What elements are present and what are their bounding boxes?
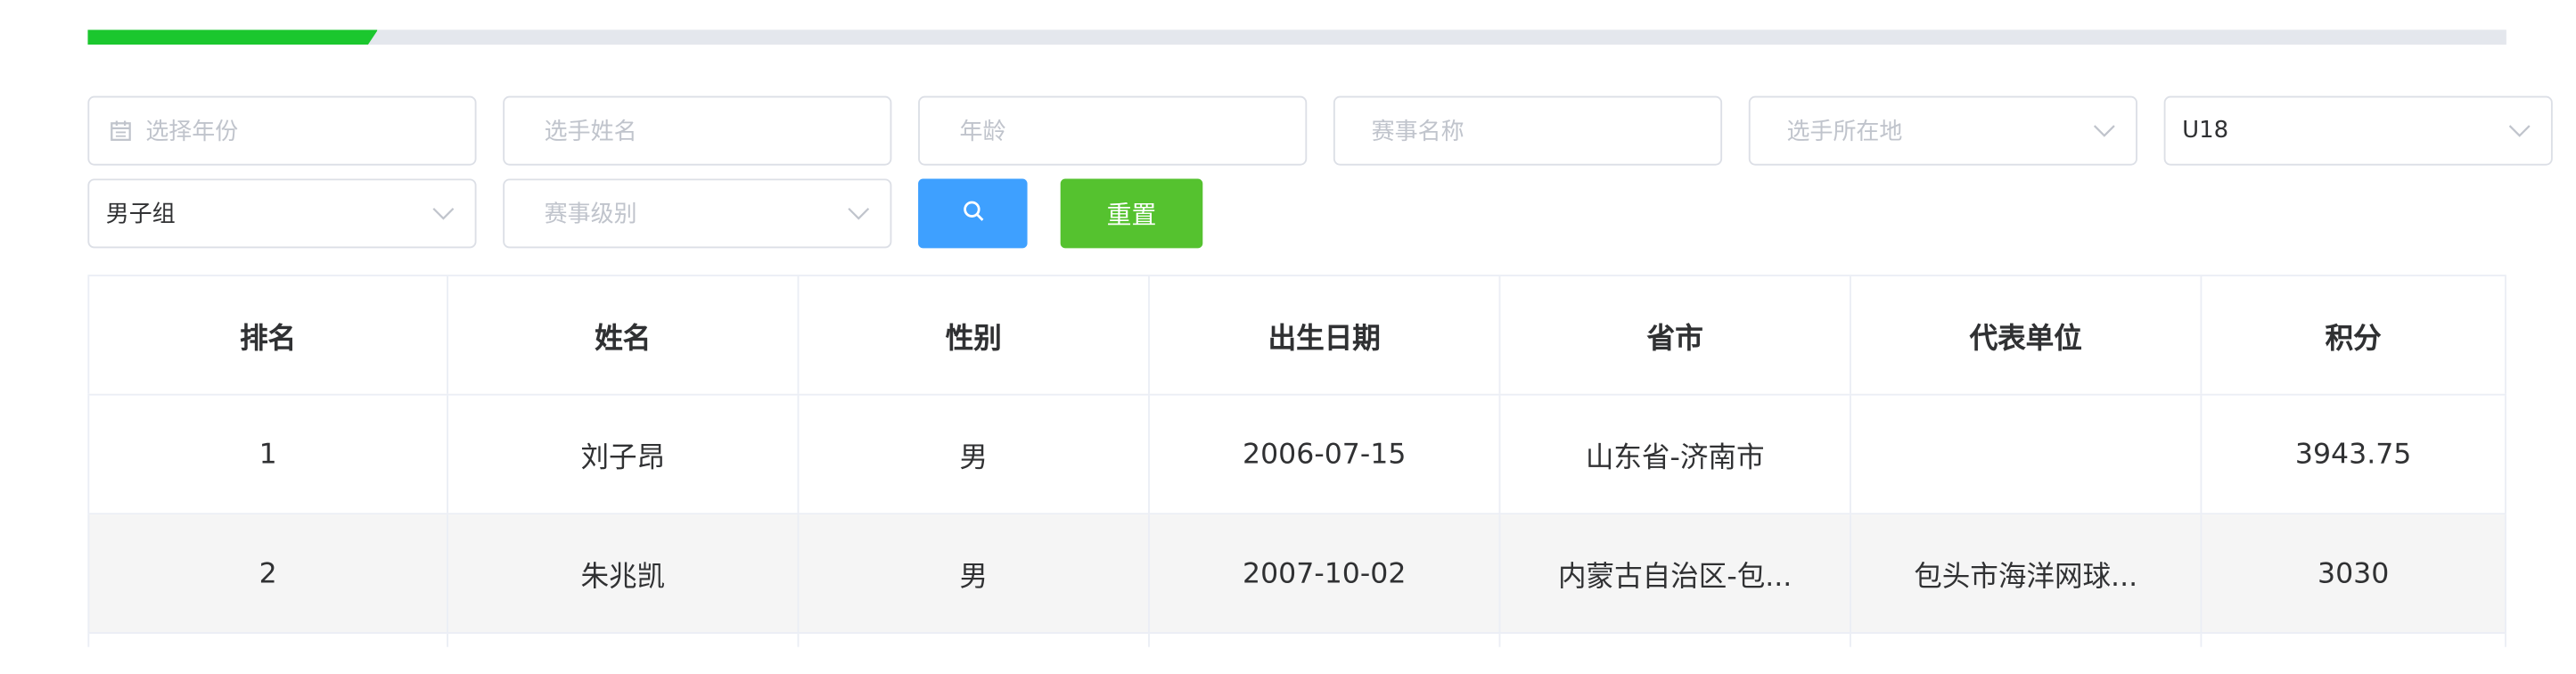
column-header-province-city[interactable]: 省市 — [1500, 275, 1851, 394]
event-level-select[interactable]: 赛事级别 — [503, 178, 892, 249]
age-group-select[interactable]: U18 — [2163, 95, 2553, 166]
chevron-down-icon — [2073, 98, 2137, 164]
age-input[interactable]: 年龄 — [918, 95, 1308, 166]
cell-partial — [87, 633, 448, 647]
table-header-row: 排名 姓名 性别 出生日期 省市 代表单位 积分 — [87, 275, 2506, 396]
rank-cell: 1 — [87, 395, 448, 514]
age-placeholder: 年龄 — [959, 119, 1006, 146]
event-level-placeholder: 赛事级别 — [544, 201, 637, 229]
reset-button[interactable]: 重置 — [1060, 178, 1203, 249]
cell-partial — [1500, 633, 1851, 647]
province-city-cell: 山东省-济南市 — [1500, 395, 1851, 514]
table-row-partial — [87, 633, 2506, 647]
gender-group-value: 男子组 — [105, 201, 176, 229]
location-select[interactable]: 选手所在地 — [1748, 95, 2137, 166]
location-placeholder: 选手所在地 — [1786, 119, 1903, 146]
cell-partial — [799, 633, 1150, 647]
player-name-placeholder: 选手姓名 — [544, 119, 637, 146]
progress-fill — [87, 29, 378, 45]
age-group-value: U18 — [2182, 117, 2229, 144]
progress-bar — [87, 29, 2506, 45]
table-row[interactable]: 2 朱兆凯 男 2007-10-02 内蒙古自治区-包... 包头市海洋网球..… — [87, 514, 2506, 634]
points-cell: 3943.75 — [2202, 395, 2506, 514]
reset-button-label: 重置 — [1106, 199, 1157, 230]
column-header-name[interactable]: 姓名 — [448, 275, 800, 394]
rankings-table: 排名 姓名 性别 出生日期 省市 代表单位 积分 1 刘子昂 男 2006-07… — [87, 275, 2506, 647]
search-button[interactable] — [918, 178, 1028, 249]
column-header-gender[interactable]: 性别 — [799, 275, 1150, 394]
column-header-rank[interactable]: 排名 — [87, 275, 448, 394]
gender-cell: 男 — [799, 395, 1150, 514]
calendar-icon — [109, 119, 132, 149]
cell-partial — [2202, 633, 2506, 647]
rankings-page: 选择年份 选手姓名 年龄 赛事名称 选手所在地 U18 男子组 赛事级别 重置 … — [0, 0, 2574, 647]
organization-cell — [1851, 395, 2203, 514]
cell-partial — [1851, 633, 2203, 647]
gender-cell: 男 — [799, 514, 1150, 632]
gender-group-select[interactable]: 男子组 — [87, 178, 477, 249]
year-picker[interactable]: 选择年份 — [87, 95, 477, 166]
table-row[interactable]: 1 刘子昂 男 2006-07-15 山东省-济南市 3943.75 — [87, 395, 2506, 515]
year-placeholder: 选择年份 — [145, 119, 239, 146]
player-name-input[interactable]: 选手姓名 — [503, 95, 892, 166]
cell-partial — [1150, 633, 1501, 647]
cell-partial — [448, 633, 800, 647]
name-cell: 朱兆凯 — [448, 514, 800, 632]
event-name-placeholder: 赛事名称 — [1371, 119, 1464, 146]
column-header-organization[interactable]: 代表单位 — [1851, 275, 2203, 394]
chevron-down-icon — [2488, 98, 2551, 164]
column-header-points[interactable]: 积分 — [2202, 275, 2506, 394]
chevron-down-icon — [827, 180, 890, 246]
column-header-birthdate[interactable]: 出生日期 — [1150, 275, 1501, 394]
search-icon — [962, 199, 983, 228]
points-cell: 3030 — [2202, 514, 2506, 632]
birthdate-cell: 2006-07-15 — [1150, 395, 1501, 514]
organization-cell: 包头市海洋网球... — [1851, 514, 2203, 632]
event-name-input[interactable]: 赛事名称 — [1333, 95, 1723, 166]
birthdate-cell: 2007-10-02 — [1150, 514, 1501, 632]
name-cell: 刘子昂 — [448, 395, 800, 514]
chevron-down-icon — [412, 180, 475, 246]
province-city-cell: 内蒙古自治区-包... — [1500, 514, 1851, 632]
rank-cell: 2 — [87, 514, 448, 632]
